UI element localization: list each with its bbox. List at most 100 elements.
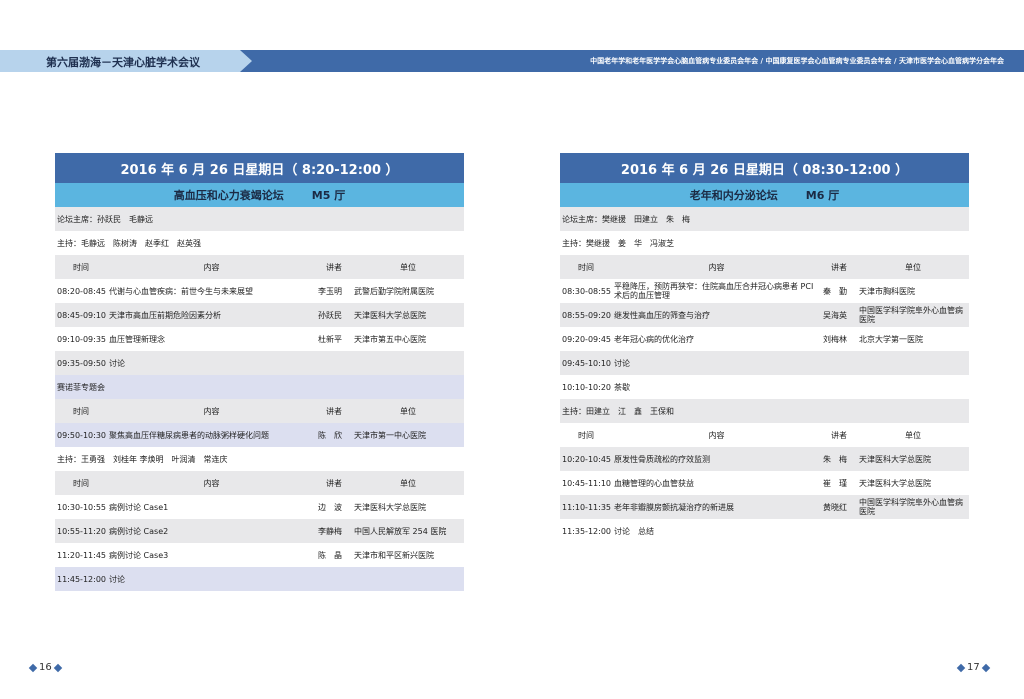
session-row: 08:20-08:45 代谢与心血管疾病：前世今生与未来展望 李玉明 武警后勤学… — [55, 279, 464, 303]
session-content: 聚焦高血压伴糖尿病患者的动脉粥样硬化问题 — [109, 430, 269, 440]
session-speaker: 黄晓红 — [823, 502, 847, 512]
host-row: 主持：樊继援 姜 华 冯淑芝 — [560, 231, 969, 255]
session-time: 08:55-09:20 — [562, 310, 611, 320]
forum-bar: 老年和内分泌论坛 M6 厅 — [560, 183, 969, 207]
host-row: 主持：田建立 江 鑫 王保和 — [560, 399, 969, 423]
session-row: 11:20-11:45 病例讨论 Case3 陈 晶 天津市和平区新兴医院 — [55, 543, 464, 567]
session-unit: 中国医学科学院阜外心血管病医院 — [859, 306, 963, 324]
session-speaker: 秦 勤 — [823, 286, 847, 296]
session-unit: 武警后勤学院附属医院 — [354, 286, 434, 296]
session-content: 老年非瓣膜房颤抗凝治疗的新进展 — [614, 502, 734, 512]
session-row: 08:30-08:55 平稳降压，预防再狭窄：住院高血压合并冠心病患者 PCI … — [560, 279, 969, 303]
column-header-row: 时间 内容 讲者 单位 — [560, 255, 969, 279]
session-content: 继发性高血压的筛查与治疗 — [614, 310, 710, 320]
session-unit: 天津市和平区新兴医院 — [354, 550, 434, 560]
session-time: 08:20-08:45 — [57, 286, 106, 296]
session-time: 09:50-10:30 — [57, 430, 106, 440]
forum-chair-row: 论坛主席：孙跃民 毛静远 — [55, 207, 464, 231]
col-time: 时间 — [578, 262, 594, 272]
col-speaker: 讲者 — [326, 262, 342, 272]
session-unit: 天津医科大学总医院 — [354, 502, 426, 512]
col-speaker: 讲者 — [831, 430, 847, 440]
session-time: 09:45-10:10 — [562, 358, 611, 368]
session-content: 平稳降压，预防再狭窄：住院高血压合并冠心病患者 PCI 术后的血压管理 — [614, 282, 814, 300]
col-unit: 单位 — [400, 406, 416, 416]
session-content: 血压管理新理念 — [109, 334, 165, 344]
session-unit: 天津市第五中心医院 — [354, 334, 426, 344]
session-speaker: 李玉明 — [318, 286, 342, 296]
col-time: 时间 — [73, 406, 89, 416]
col-content: 内容 — [203, 262, 220, 272]
session-time: 10:45-11:10 — [562, 478, 611, 488]
session-speaker: 朱 梅 — [823, 454, 847, 464]
col-time: 时间 — [73, 262, 89, 272]
session-speaker: 陈 晶 — [318, 550, 342, 560]
session-speaker: 李静梅 — [318, 526, 342, 536]
col-time: 时间 — [578, 430, 594, 440]
session-row: 09:50-10:30 聚焦高血压伴糖尿病患者的动脉粥样硬化问题 陈 欣 天津市… — [55, 423, 464, 447]
session-content: 讨论 总结 — [614, 526, 654, 536]
session-speaker: 边 波 — [318, 502, 342, 512]
session-content: 病例讨论 Case1 — [109, 502, 169, 512]
session-row: 09:20-09:45 老年冠心病的优化治疗 刘梅林 北京大学第一医院 — [560, 327, 969, 351]
diamond-icon — [28, 663, 38, 672]
session-content: 讨论 — [109, 574, 125, 584]
col-content: 内容 — [203, 478, 220, 488]
session-time: 10:10-10:20 — [562, 382, 611, 392]
session-content: 血糖管理的心血管获益 — [614, 478, 694, 488]
col-content: 内容 — [708, 430, 725, 440]
session-row: 11:10-11:35 老年非瓣膜房颤抗凝治疗的新进展 黄晓红 中国医学科学院阜… — [560, 495, 969, 519]
left-schedule-table: 2016 年 6 月 26 日星期日（ 8:20-12:00 ） 高血压和心力衰… — [55, 153, 464, 591]
session-content: 讨论 — [109, 358, 125, 368]
session-time: 09:10-09:35 — [57, 334, 106, 344]
session-content: 讨论 — [614, 358, 630, 368]
session-speaker: 孙跃民 — [318, 310, 342, 320]
session-time: 08:45-09:10 — [57, 310, 106, 320]
page-number-left: 16 — [28, 662, 62, 673]
session-unit: 天津市胸科医院 — [859, 286, 915, 296]
forum-bar: 高血压和心力衰竭论坛 M5 厅 — [55, 183, 464, 207]
session-row: 10:55-11:20 病例讨论 Case2 李静梅 中国人民解放军 254 医… — [55, 519, 464, 543]
col-unit: 单位 — [905, 262, 921, 272]
special-session-row: 赛诺菲专题会 — [55, 375, 464, 399]
session-content: 病例讨论 Case3 — [109, 550, 169, 560]
page-number-text: 16 — [39, 662, 52, 673]
closing-row: 11:35-12:00 讨论 总结 — [560, 519, 969, 543]
session-time: 09:35-09:50 — [57, 358, 106, 368]
column-header-row: 时间 内容 讲者 单位 — [55, 255, 464, 279]
session-time: 10:20-10:45 — [562, 454, 611, 464]
session-unit: 天津医科大学总医院 — [859, 454, 931, 464]
date-bar: 2016 年 6 月 26 日星期日（ 8:20-12:00 ） — [55, 153, 464, 183]
column-header-row: 时间 内容 讲者 单位 — [55, 471, 464, 495]
session-speaker: 陈 欣 — [318, 430, 342, 440]
col-unit: 单位 — [905, 430, 921, 440]
session-time: 08:30-08:55 — [562, 286, 611, 296]
session-content: 老年冠心病的优化治疗 — [614, 334, 694, 344]
session-speaker: 杜新平 — [318, 334, 342, 344]
col-unit: 单位 — [400, 478, 416, 488]
discussion-row: 11:45-12:00 讨论 — [55, 567, 464, 591]
session-row: 10:45-11:10 血糖管理的心血管获益 崔 瑾 天津医科大学总医院 — [560, 471, 969, 495]
session-unit: 天津市第一中心医院 — [354, 430, 426, 440]
hall-label: M6 厅 — [805, 189, 840, 202]
session-time: 10:30-10:55 — [57, 502, 106, 512]
conference-header: 第六届渤海－天津心脏学术会议 中国老年学和老年医学学会心脑血管病专业委员会年会 … — [0, 50, 1024, 72]
organizer-list: 中国老年学和老年医学学会心脑血管病专业委员会年会 / 中国康复医学会心血管病专业… — [590, 57, 1004, 65]
session-content: 病例讨论 Case2 — [109, 526, 169, 536]
session-time: 11:20-11:45 — [57, 550, 106, 560]
date-bar: 2016 年 6 月 26 日星期日（ 08:30-12:00 ） — [560, 153, 969, 183]
session-unit: 北京大学第一医院 — [859, 334, 923, 344]
session-row: 08:55-09:20 继发性高血压的筛查与治疗 吴海英 中国医学科学院阜外心血… — [560, 303, 969, 327]
session-unit: 中国人民解放军 254 医院 — [354, 526, 447, 536]
page-number-text: 17 — [967, 662, 980, 673]
session-time: 11:35-12:00 — [562, 526, 611, 536]
session-content: 天津市高血压前期危险因素分析 — [109, 310, 221, 320]
diamond-icon — [981, 663, 990, 672]
session-content: 代谢与心血管疾病：前世今生与未来展望 — [109, 286, 253, 296]
session-speaker: 刘梅林 — [823, 334, 847, 344]
diamond-icon — [53, 663, 62, 672]
forum-title: 老年和内分泌论坛 — [689, 189, 778, 202]
session-unit: 中国医学科学院阜外心血管病医院 — [859, 498, 963, 516]
session-speaker: 崔 瑾 — [823, 478, 847, 488]
forum-chair-row: 论坛主席：樊继援 田建立 朱 梅 — [560, 207, 969, 231]
